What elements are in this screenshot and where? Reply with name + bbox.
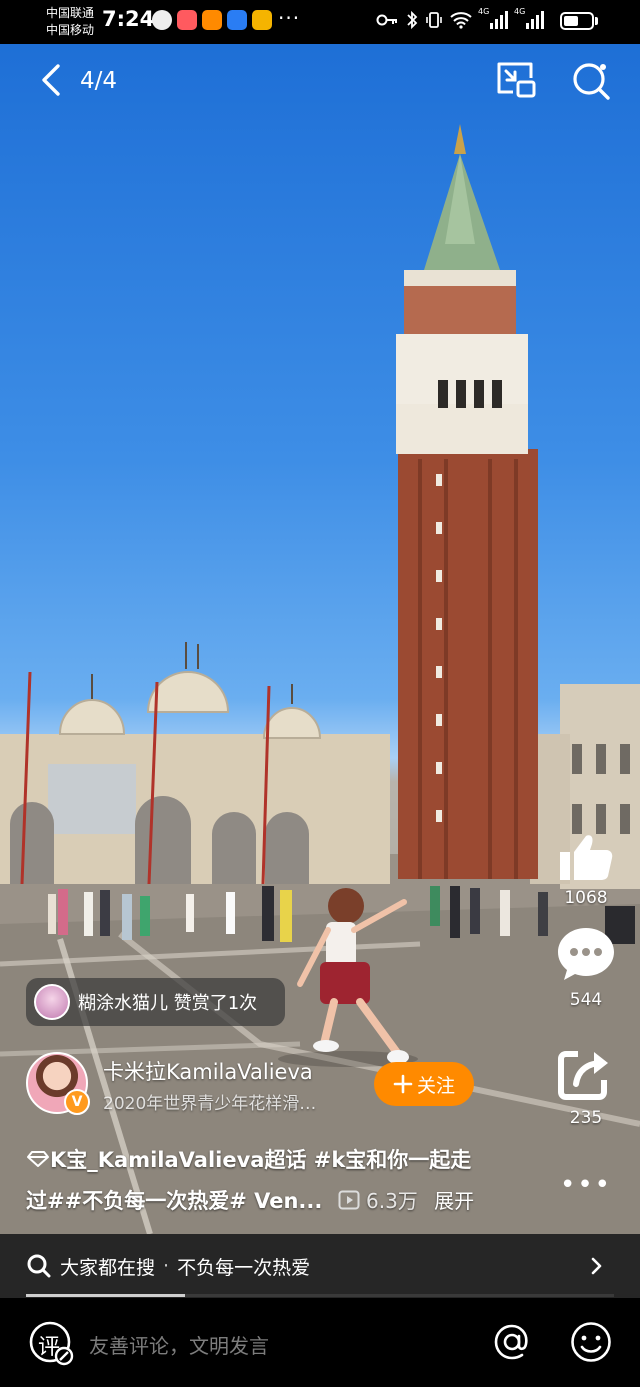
picture-in-picture-button[interactable] xyxy=(495,60,537,100)
diamond-icon xyxy=(27,1151,49,1167)
tip-text: 糊涂水猫儿 赞赏了1次 xyxy=(78,993,258,1014)
follow-button[interactable]: 关注 xyxy=(374,1062,474,1106)
comment-input[interactable]: 友善评论，文明发言 xyxy=(89,1330,269,1359)
expand-button[interactable]: 展开 xyxy=(434,1189,474,1213)
comment-bubble-icon xyxy=(558,928,614,980)
more-notifications-icon: ··· xyxy=(278,6,301,30)
comment-count: 544 xyxy=(569,990,603,1010)
key-icon xyxy=(376,14,397,26)
plus-icon xyxy=(393,1074,413,1094)
comment-button[interactable]: 544 xyxy=(556,926,616,1010)
hot-search-term: 不负每一次热爱 xyxy=(177,1256,311,1279)
battery-icon xyxy=(560,12,594,30)
search-icon xyxy=(573,63,610,100)
thumbs-up-icon xyxy=(560,835,613,880)
view-count: 6.3万 xyxy=(366,1189,418,1213)
battery-tip xyxy=(595,17,598,25)
caption-line-2: 过##不负每一次热爱# Ven... 6.3万 展开 xyxy=(26,1181,526,1222)
more-button[interactable]: ••• xyxy=(556,1170,616,1200)
comment-mode-label: 评 xyxy=(38,1335,61,1360)
status-bar: 中国联通 中国移动 7:24 ··· 4G 4G xyxy=(0,0,640,44)
caption-line-1-text: K宝_KamilaValieva超话 #k宝和你一起走 xyxy=(50,1148,472,1172)
play-count-icon xyxy=(338,1190,360,1210)
caption-line-2-text: 过##不负每一次热爱# Ven... xyxy=(26,1189,323,1213)
chevron-right-icon xyxy=(591,1257,602,1275)
view-count-group: 6.3万 xyxy=(338,1189,425,1213)
vibrate-icon xyxy=(426,12,442,28)
like-count: 1068 xyxy=(564,888,608,908)
tip-banner: 糊涂水猫儿 赞赏了1次 xyxy=(26,978,285,1026)
like-button[interactable]: 1068 xyxy=(556,832,616,908)
carrier-1: 中国联通 xyxy=(46,6,95,20)
avatar-notification-icon xyxy=(152,10,172,30)
hot-search-bar[interactable]: 大家都在搜 · 不负每一次热爱 xyxy=(0,1234,640,1298)
network-1-label: 4G xyxy=(478,7,490,16)
video-frame[interactable] xyxy=(0,44,640,1234)
carrier-info: 中国联通 中国移动 xyxy=(46,5,94,39)
status-time: 7:24 xyxy=(102,7,155,31)
tipper-avatar xyxy=(34,984,70,1020)
video-caption[interactable]: K宝_KamilaValieva超话 #k宝和你一起走 过##不负每一次热爱# … xyxy=(26,1140,526,1222)
share-button[interactable]: 235 xyxy=(556,1046,616,1128)
back-arrow-icon xyxy=(42,64,60,96)
emoji-button[interactable] xyxy=(569,1320,613,1364)
share-icon xyxy=(558,1051,608,1100)
system-icons: 4G 4G xyxy=(376,7,544,30)
hot-search-separator: · xyxy=(163,1255,170,1277)
video-progress-bar[interactable] xyxy=(26,1294,614,1297)
carrier-2: 中国移动 xyxy=(46,23,95,37)
verified-badge-icon: V xyxy=(64,1089,90,1115)
notification-icons xyxy=(152,10,272,30)
video-top-bar: 4/4 xyxy=(0,50,640,110)
weibo-app-icon xyxy=(252,10,272,30)
video-progress-fill xyxy=(26,1294,185,1297)
more-icon: ••• xyxy=(559,1170,612,1200)
share-count: 235 xyxy=(569,1108,603,1128)
hot-search-prefix: 大家都在搜 xyxy=(60,1256,156,1279)
mention-button[interactable] xyxy=(492,1322,532,1362)
caption-line-1: K宝_KamilaValieva超话 #k宝和你一起走 xyxy=(26,1140,526,1181)
author-description: 2020年世界青少年花样滑… xyxy=(103,1094,317,1114)
video-scene-illustration xyxy=(0,124,640,1234)
picture-in-picture-icon xyxy=(497,62,536,98)
bluetooth-icon xyxy=(407,10,418,30)
emoji-icon xyxy=(571,1322,611,1362)
browser-app-icon xyxy=(227,10,247,30)
wifi-icon xyxy=(450,12,472,29)
video-app-icon xyxy=(202,10,222,30)
at-mention-icon xyxy=(494,1324,528,1360)
search-small-icon xyxy=(27,1254,51,1278)
comment-mode-button[interactable]: 评 xyxy=(28,1320,74,1366)
author-name[interactable]: 卡米拉KamilaValieva xyxy=(103,1056,313,1086)
signal-2-icon: 4G xyxy=(514,7,544,29)
back-button[interactable] xyxy=(34,62,70,98)
network-2-label: 4G xyxy=(514,7,526,16)
signal-1-icon: 4G xyxy=(478,7,508,29)
follow-label: 关注 xyxy=(416,1074,455,1097)
search-button[interactable] xyxy=(570,60,612,102)
app-notification-icon xyxy=(177,10,197,30)
page-indicator: 4/4 xyxy=(80,68,118,94)
